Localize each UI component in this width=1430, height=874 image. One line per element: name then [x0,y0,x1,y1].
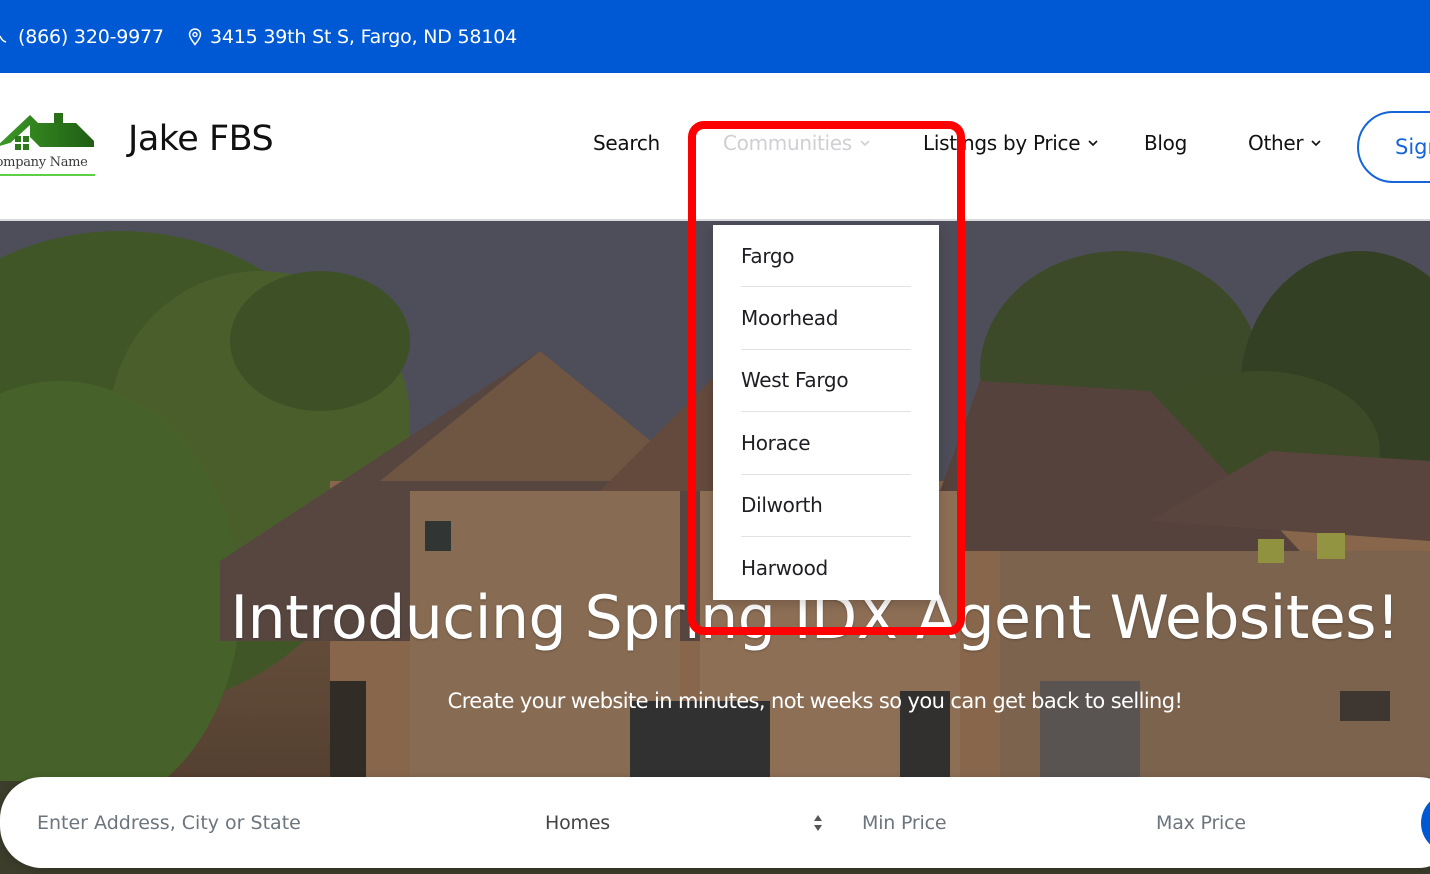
min-price-placeholder: Min Price [862,811,947,834]
nav-communities[interactable]: Communities [723,131,872,155]
nav-search-label: Search [593,131,660,155]
address-search-input[interactable] [37,811,507,834]
dropdown-item-harwood[interactable]: Harwood [741,537,911,599]
nav-blog-label: Blog [1144,131,1188,155]
search-submit-button[interactable] [1421,793,1430,853]
contact-bar: (866) 320-9977 3415 39th St S, Fargo, ND… [0,0,1430,73]
dropdown-item-moorhead[interactable]: Moorhead [741,287,911,350]
chevron-down-icon [1311,140,1321,147]
phone-icon [0,27,12,47]
nav-communities-label: Communities [723,131,852,155]
address-field [37,777,507,868]
address-link[interactable]: 3415 39th St S, Fargo, ND 58104 [186,0,517,73]
nav-other-label: Other [1248,131,1304,155]
nav-blog[interactable]: Blog [1144,131,1187,155]
phone-link[interactable]: (866) 320-9977 [0,0,164,73]
logo-caption: Company Name [0,155,88,170]
property-type-value: Homes [545,811,611,834]
nav-other[interactable]: Other [1248,131,1323,155]
property-type-select[interactable]: Homes [545,777,835,868]
chevron-down-icon [1088,140,1098,147]
brand-name[interactable]: Jake FBS [128,119,274,159]
min-price-field[interactable]: Min Price [862,777,947,868]
nav-listings-by-price[interactable]: Listings by Price [923,131,1100,155]
nav-listings-label: Listings by Price [923,131,1081,155]
hero-subtitle: Create your website in minutes, not week… [447,689,1183,713]
address-text: 3415 39th St S, Fargo, ND 58104 [210,25,517,48]
logo-underline [0,174,95,176]
select-updown-icon [814,815,822,831]
sign-in-button[interactable]: Sign In [1357,111,1430,183]
chevron-down-icon [860,140,870,147]
communities-dropdown-menu: Fargo Moorhead West Fargo Horace Dilwort… [713,225,939,600]
dropdown-item-dilworth[interactable]: Dilworth [741,475,911,537]
property-search-form: Homes Min Price Max Price [0,777,1430,868]
max-price-field[interactable]: Max Price [1156,777,1246,868]
dropdown-item-west-fargo[interactable]: West Fargo [741,350,911,413]
phone-number: (866) 320-9977 [18,25,164,48]
dropdown-item-horace[interactable]: Horace [741,412,911,475]
max-price-placeholder: Max Price [1156,811,1246,834]
dropdown-item-fargo[interactable]: Fargo [741,225,911,288]
site-header: Company Name Jake FBS Search Communities… [0,73,1430,221]
map-pin-icon [186,27,204,47]
nav-search[interactable]: Search [593,131,660,155]
